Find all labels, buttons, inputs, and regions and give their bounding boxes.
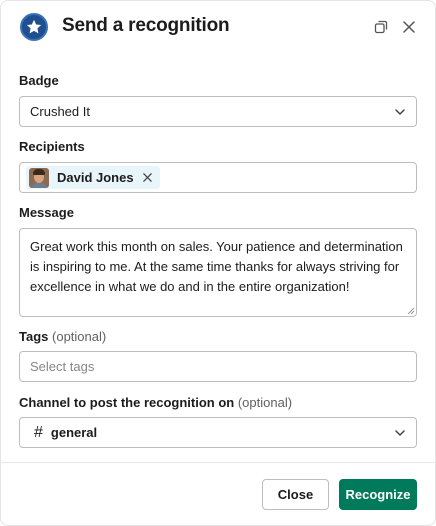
- expand-icon[interactable]: [370, 16, 392, 38]
- avatar: [29, 167, 49, 188]
- footer-divider: [1, 462, 435, 463]
- message-label: Message: [19, 205, 74, 220]
- hash-icon: #: [34, 423, 43, 441]
- close-icon[interactable]: [398, 16, 420, 38]
- tags-select[interactable]: Select tags: [19, 351, 417, 382]
- modal-header: Send a recognition: [1, 1, 435, 57]
- tags-placeholder: Select tags: [30, 359, 95, 374]
- message-textarea[interactable]: Great work this month on sales. Your pat…: [19, 228, 417, 317]
- recognition-modal: Send a recognition Badge Crushed It Reci…: [0, 0, 436, 526]
- channel-select[interactable]: # general: [19, 417, 417, 448]
- badge-label: Badge: [19, 73, 59, 88]
- badge-select-value: Crushed It: [30, 104, 90, 119]
- recognize-button[interactable]: Recognize: [339, 479, 417, 510]
- chevron-down-icon: [395, 109, 405, 115]
- tags-label: Tags (optional): [19, 329, 107, 344]
- tags-optional-hint: (optional): [52, 329, 107, 344]
- close-button[interactable]: Close: [262, 479, 329, 510]
- recipients-label: Recipients: [19, 139, 85, 154]
- channel-optional-hint: (optional): [237, 395, 293, 410]
- remove-recipient-icon[interactable]: [142, 172, 154, 184]
- resize-grip-icon[interactable]: [407, 307, 415, 315]
- channel-label: Channel to post the recognition on (opti…: [19, 395, 293, 410]
- star-badge-icon: [20, 13, 48, 41]
- modal-title: Send a recognition: [62, 15, 230, 36]
- recipient-chip[interactable]: David Jones: [26, 166, 160, 189]
- channel-select-value: general: [50, 425, 98, 440]
- badge-select[interactable]: Crushed It: [19, 96, 417, 127]
- recipient-name: David Jones: [57, 170, 134, 185]
- chevron-down-icon: [395, 430, 405, 436]
- recipients-input[interactable]: David Jones: [19, 162, 417, 193]
